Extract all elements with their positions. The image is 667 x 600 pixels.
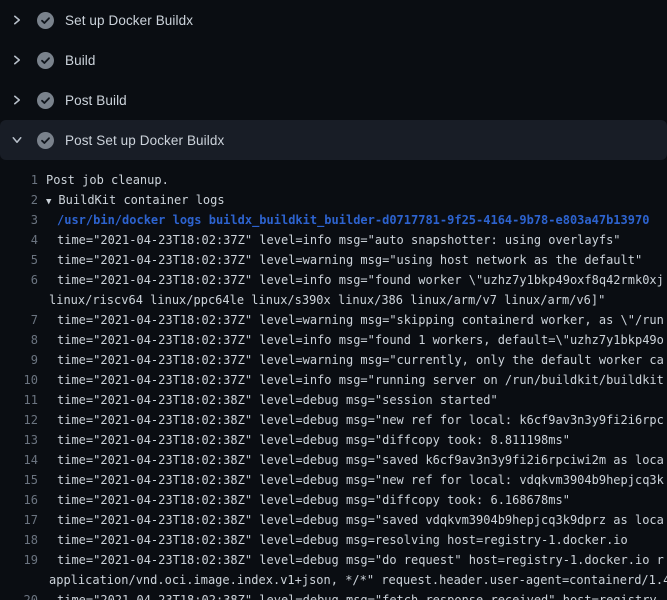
line-number[interactable] bbox=[0, 570, 38, 590]
line-number[interactable]: 3 bbox=[0, 210, 38, 230]
log-text: time="2021-04-23T18:02:37Z" level=info m… bbox=[57, 270, 664, 290]
group-toggle-icon[interactable]: ▼ bbox=[46, 197, 51, 207]
group-title: BuildKit container logs bbox=[58, 193, 224, 207]
chevron-right-icon bbox=[10, 53, 24, 67]
line-number[interactable]: 5 bbox=[0, 250, 38, 270]
line-number[interactable]: 8 bbox=[0, 330, 38, 350]
line-number[interactable]: 11 bbox=[0, 390, 38, 410]
step-row[interactable]: Build bbox=[0, 40, 667, 80]
log-text: time="2021-04-23T18:02:38Z" level=debug … bbox=[57, 430, 570, 450]
log-text: time="2021-04-23T18:02:38Z" level=debug … bbox=[57, 490, 570, 510]
log-text: application/vnd.oci.image.index.v1+json,… bbox=[49, 570, 667, 590]
log-line: 10 time="2021-04-23T18:02:37Z" level=inf… bbox=[0, 370, 667, 390]
log-text: time="2021-04-23T18:02:37Z" level=warnin… bbox=[57, 250, 642, 270]
chevron-right-icon bbox=[10, 13, 24, 27]
line-number[interactable]: 2 bbox=[0, 190, 38, 210]
line-number[interactable]: 19 bbox=[0, 550, 38, 570]
log-line: 8 time="2021-04-23T18:02:37Z" level=info… bbox=[0, 330, 667, 350]
log-text: Post job cleanup. bbox=[46, 170, 169, 190]
log-text: time="2021-04-23T18:02:37Z" level=info m… bbox=[57, 230, 621, 250]
step-row[interactable]: Set up Docker Buildx bbox=[0, 0, 667, 40]
log-line: 20 time="2021-04-23T18:02:38Z" level=deb… bbox=[0, 590, 667, 600]
log-line: 5 time="2021-04-23T18:02:37Z" level=warn… bbox=[0, 250, 667, 270]
log-line: 2 ▼ BuildKit container logs bbox=[0, 190, 667, 210]
log-line: 15 time="2021-04-23T18:02:38Z" level=deb… bbox=[0, 470, 667, 490]
log-line: 16 time="2021-04-23T18:02:38Z" level=deb… bbox=[0, 490, 667, 510]
line-number[interactable]: 20 bbox=[0, 590, 38, 600]
log-text: time="2021-04-23T18:02:37Z" level=warnin… bbox=[57, 350, 664, 370]
log-line: 9 time="2021-04-23T18:02:37Z" level=warn… bbox=[0, 350, 667, 370]
log-text: time="2021-04-23T18:02:37Z" level=warnin… bbox=[57, 310, 664, 330]
step-row[interactable]: Post Build bbox=[0, 80, 667, 120]
log-text: time="2021-04-23T18:02:37Z" level=info m… bbox=[57, 370, 664, 390]
check-circle-icon bbox=[37, 12, 54, 29]
actions-log-panel: Set up Docker Buildx Build Post Buil bbox=[0, 0, 667, 600]
log-line: 7 time="2021-04-23T18:02:37Z" level=warn… bbox=[0, 310, 667, 330]
log-text: time="2021-04-23T18:02:38Z" level=debug … bbox=[57, 550, 664, 570]
step-label: Post Build bbox=[65, 93, 127, 108]
log-line: application/vnd.oci.image.index.v1+json,… bbox=[0, 570, 667, 590]
log-text: time="2021-04-23T18:02:38Z" level=debug … bbox=[57, 390, 498, 410]
log-container: 1 Post job cleanup. 2 ▼ BuildKit containe… bbox=[0, 160, 667, 600]
log-text: time="2021-04-23T18:02:38Z" level=debug … bbox=[57, 470, 664, 490]
line-number[interactable]: 4 bbox=[0, 230, 38, 250]
log-line: 19 time="2021-04-23T18:02:38Z" level=deb… bbox=[0, 550, 667, 570]
log-line: 11 time="2021-04-23T18:02:38Z" level=deb… bbox=[0, 390, 667, 410]
log-line: 3 /usr/bin/docker logs buildx_buildkit_b… bbox=[0, 210, 667, 230]
line-number[interactable]: 9 bbox=[0, 350, 38, 370]
log-line: 12 time="2021-04-23T18:02:38Z" level=deb… bbox=[0, 410, 667, 430]
line-number[interactable]: 16 bbox=[0, 490, 38, 510]
step-label: Build bbox=[65, 53, 96, 68]
line-number[interactable]: 6 bbox=[0, 270, 38, 290]
check-circle-icon bbox=[37, 52, 54, 69]
log-text: ▼ BuildKit container logs bbox=[46, 190, 225, 210]
log-text: linux/riscv64 linux/ppc64le linux/s390x … bbox=[49, 290, 605, 310]
line-number[interactable]: 13 bbox=[0, 430, 38, 450]
line-number[interactable]: 12 bbox=[0, 410, 38, 430]
line-number[interactable]: 10 bbox=[0, 370, 38, 390]
log-line: 1 Post job cleanup. bbox=[0, 170, 667, 190]
line-number[interactable]: 15 bbox=[0, 470, 38, 490]
log-line: linux/riscv64 linux/ppc64le linux/s390x … bbox=[0, 290, 667, 310]
line-number[interactable]: 17 bbox=[0, 510, 38, 530]
log-text: time="2021-04-23T18:02:37Z" level=info m… bbox=[57, 330, 664, 350]
chevron-down-icon bbox=[10, 133, 24, 147]
line-number[interactable]: 7 bbox=[0, 310, 38, 330]
log-line: 14 time="2021-04-23T18:02:38Z" level=deb… bbox=[0, 450, 667, 470]
line-number[interactable]: 14 bbox=[0, 450, 38, 470]
log-text: time="2021-04-23T18:02:38Z" level=debug … bbox=[57, 510, 664, 530]
step-row[interactable]: Post Set up Docker Buildx bbox=[0, 120, 667, 160]
step-label: Set up Docker Buildx bbox=[65, 13, 193, 28]
line-number[interactable] bbox=[0, 290, 38, 310]
line-number[interactable]: 1 bbox=[0, 170, 38, 190]
log-text: time="2021-04-23T18:02:38Z" level=debug … bbox=[57, 410, 664, 430]
line-number[interactable]: 18 bbox=[0, 530, 38, 550]
log-line: 4 time="2021-04-23T18:02:37Z" level=info… bbox=[0, 230, 667, 250]
steps-list: Set up Docker Buildx Build Post Buil bbox=[0, 0, 667, 160]
check-circle-icon bbox=[37, 92, 54, 109]
log-line: 6 time="2021-04-23T18:02:37Z" level=info… bbox=[0, 270, 667, 290]
step-label: Post Set up Docker Buildx bbox=[65, 133, 224, 148]
command-text: /usr/bin/docker logs buildx_buildkit_bui… bbox=[57, 210, 649, 230]
log-line: 18 time="2021-04-23T18:02:38Z" level=deb… bbox=[0, 530, 667, 550]
chevron-right-icon bbox=[10, 93, 24, 107]
log-text: time="2021-04-23T18:02:38Z" level=debug … bbox=[57, 530, 628, 550]
log-text: time="2021-04-23T18:02:38Z" level=debug … bbox=[57, 590, 664, 600]
check-circle-icon bbox=[37, 132, 54, 149]
log-line: 17 time="2021-04-23T18:02:38Z" level=deb… bbox=[0, 510, 667, 530]
log-text: time="2021-04-23T18:02:38Z" level=debug … bbox=[57, 450, 664, 470]
log-line: 13 time="2021-04-23T18:02:38Z" level=deb… bbox=[0, 430, 667, 450]
